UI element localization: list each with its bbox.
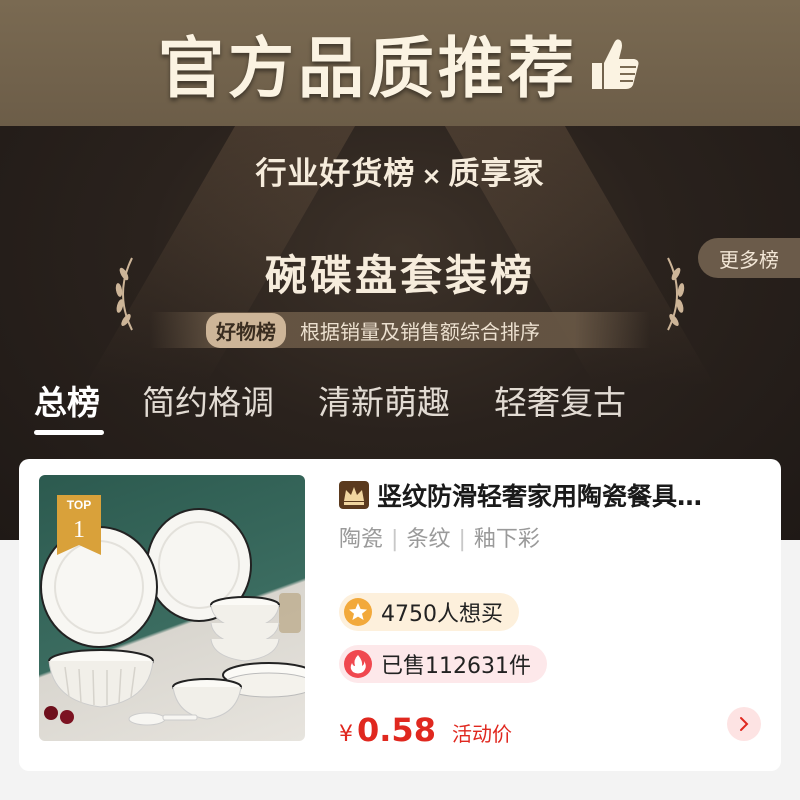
subtitle-left: 行业好货榜 (255, 156, 416, 192)
more-rankings-button[interactable]: 更多榜 (698, 238, 800, 278)
svg-text:TOP: TOP (67, 498, 91, 512)
ribbon-tag: 好物榜 (206, 312, 286, 348)
crown-icon (339, 481, 369, 509)
chevron-right-icon (740, 717, 749, 731)
tab-fresh-cute[interactable]: 清新萌趣 (318, 376, 450, 424)
product-title[interactable]: 竖纹防滑轻奢家用陶瓷餐具… (339, 477, 769, 513)
product-image[interactable]: TOP 1 (39, 475, 305, 741)
sold-badge: 已售112631件 (339, 645, 547, 683)
fire-icon (344, 650, 372, 678)
star-icon (344, 598, 372, 626)
subtitle-separator: × (421, 162, 443, 190)
product-tags: 陶瓷 | 条纹 | 釉下彩 (339, 527, 540, 552)
tag-item: 釉下彩 (473, 527, 540, 552)
active-tab-indicator (34, 430, 104, 435)
ribbon-description: 根据销量及销售额综合排序 (300, 319, 540, 344)
ranking-ribbon: 好物榜 根据销量及销售额综合排序 (150, 312, 650, 348)
rank-badge: TOP 1 (57, 495, 101, 555)
category-tabs: 总榜 简约格调 清新萌趣 轻奢复古 (0, 366, 800, 446)
price-value: 0.58 (357, 711, 436, 749)
tab-simple-style[interactable]: 简约格调 (142, 376, 274, 424)
tag-item: 条纹 (406, 527, 451, 552)
tab-light-luxury-retro[interactable]: 轻奢复古 (494, 376, 626, 424)
tag-item: 陶瓷 (339, 527, 384, 552)
go-to-product-button[interactable] (727, 707, 761, 741)
top-banner: 官方品质推荐 (0, 0, 800, 126)
hero-subtitle: 行业好货榜 × 质享家 (0, 148, 800, 193)
want-count: 4750人想买 (381, 602, 503, 627)
price-row: ¥ 0.58 活动价 (339, 711, 512, 749)
ranking-title: 碗碟盘套装榜 (264, 251, 535, 300)
tab-overall[interactable]: 总榜 (34, 376, 100, 424)
price-label: 活动价 (451, 722, 512, 746)
subtitle-right: 质享家 (448, 156, 545, 192)
svg-text:1: 1 (73, 517, 85, 543)
want-to-buy-badge: 4750人想买 (339, 593, 519, 631)
product-card[interactable]: TOP 1 竖纹防滑轻奢家用陶瓷餐具… 陶瓷 | 条纹 | 釉下彩 4750人想买 已售… (19, 459, 781, 771)
product-title-text: 竖纹防滑轻奢家用陶瓷餐具… (377, 482, 703, 511)
sold-count: 已售112631件 (381, 654, 531, 679)
thumbs-up-icon (592, 39, 639, 89)
price-currency: ¥ (339, 722, 353, 747)
banner-title: 官方品质推荐 (158, 30, 578, 107)
